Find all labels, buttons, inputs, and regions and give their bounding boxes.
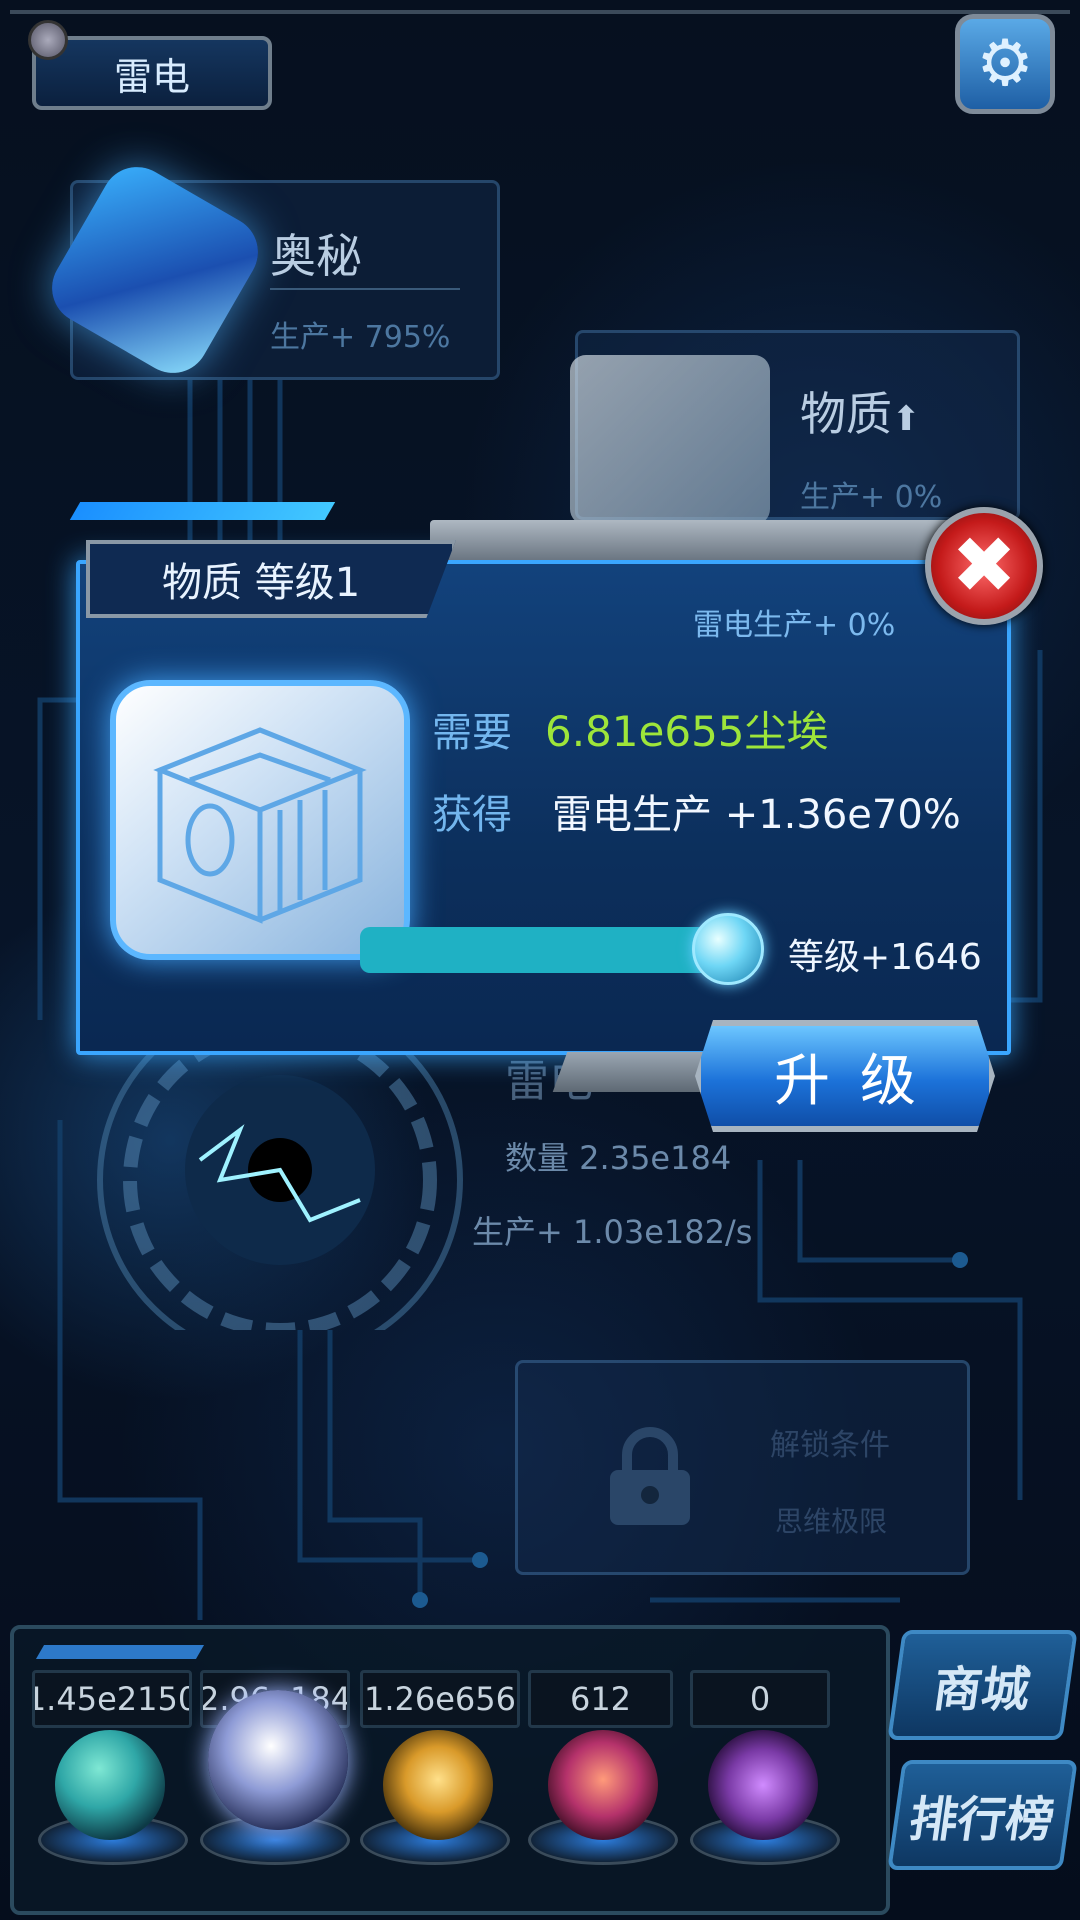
close-button[interactable]: ✖ <box>925 507 1043 625</box>
close-icon: ✖ <box>951 521 1017 611</box>
resource-value: 1.45e2150 <box>32 1670 192 1728</box>
resource-value: 612 <box>528 1670 673 1728</box>
lightning-orb-button[interactable] <box>208 1690 348 1830</box>
brain-orb-button[interactable] <box>548 1730 658 1840</box>
thunder-production: 生产+ 1.03e182/s <box>472 1213 753 1251</box>
level-slider-knob[interactable] <box>692 913 764 985</box>
black-hole-icon <box>97 1030 463 1330</box>
shop-button[interactable]: 商城 <box>887 1630 1078 1740</box>
modal-stripe <box>69 502 336 520</box>
ranking-button[interactable]: 排行榜 <box>887 1760 1078 1870</box>
nebula-orb-button[interactable] <box>383 1730 493 1840</box>
lock-icon <box>610 1427 690 1525</box>
divider <box>270 288 460 290</box>
bolt-decoration <box>28 20 68 60</box>
unlock-condition-title: 解锁条件 <box>770 1428 890 1463</box>
need-value: 6.81e655尘埃 <box>545 707 829 756</box>
resource-value: 0 <box>690 1670 830 1728</box>
vortex-orb-button[interactable] <box>708 1730 818 1840</box>
upgrade-arrow-icon: ⬆ <box>892 399 921 439</box>
unlock-condition-text: 思维极限 <box>775 1505 888 1538</box>
page-title: 雷电 <box>32 36 272 110</box>
gain-value: 雷电生产 +1.36e70% <box>552 792 961 838</box>
thunder-count: 数量 2.35e184 <box>505 1139 732 1177</box>
bottom-stripe <box>35 1645 205 1659</box>
modal-frame-bar <box>430 520 950 560</box>
atom-orb-button[interactable] <box>55 1730 165 1840</box>
modal-production-bonus: 雷电生产+ 0% <box>693 608 896 643</box>
locked-card[interactable] <box>515 1360 970 1575</box>
upgrade-button[interactable]: 升级 <box>695 1020 995 1132</box>
arcane-name: 奥秘 <box>270 229 362 283</box>
gear-icon: ⚙ <box>976 27 1034 101</box>
need-label: 需要 <box>432 710 512 756</box>
level-amount: 等级+1646 <box>788 937 982 978</box>
matter-production: 生产+ 0% <box>800 480 943 515</box>
matter-name: 物质⬆ <box>800 387 921 441</box>
modal-title: 物质 等级1 <box>86 540 456 618</box>
gain-label: 获得 <box>432 792 512 838</box>
matter-cube-icon <box>570 355 770 525</box>
resource-value: 1.26e656 <box>360 1670 520 1728</box>
arcane-production: 生产+ 795% <box>270 320 451 355</box>
circuit-cube-pattern <box>153 727 367 924</box>
settings-button[interactable]: ⚙ <box>955 14 1055 114</box>
